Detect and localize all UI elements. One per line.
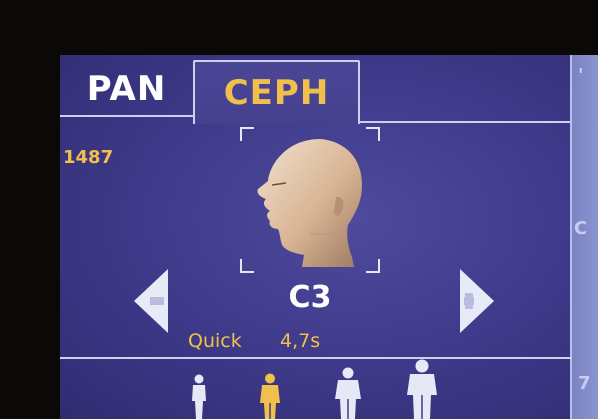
previous-program-button[interactable] bbox=[130, 265, 170, 337]
side-panel-glyph: ' bbox=[578, 65, 584, 86]
tab-underline bbox=[356, 121, 572, 123]
exposure-counter: 1487 bbox=[63, 147, 114, 168]
child-small-icon bbox=[192, 374, 206, 419]
tab-pan[interactable]: PAN bbox=[60, 63, 193, 115]
adult-large-icon bbox=[407, 359, 437, 419]
tab-underline bbox=[60, 115, 193, 117]
tab-ceph[interactable]: CEPH bbox=[193, 60, 360, 124]
side-panel-glyph: C bbox=[574, 218, 588, 239]
separator-line bbox=[60, 357, 572, 359]
patient-head-preview bbox=[240, 127, 380, 273]
scan-mode-label: Quick bbox=[188, 330, 242, 352]
patient-size-adult-medium[interactable] bbox=[334, 367, 362, 419]
program-code: C3 bbox=[288, 280, 332, 315]
side-panel: ' C 7 bbox=[570, 55, 598, 419]
adult-medium-icon bbox=[335, 367, 361, 419]
next-program-button[interactable] bbox=[458, 265, 498, 337]
patient-size-child[interactable] bbox=[258, 373, 282, 419]
patient-size-child-small[interactable] bbox=[190, 373, 208, 419]
exposure-time-label: 4,7s bbox=[280, 330, 321, 352]
device-screen: PAN CEPH ' C 7 1487 C3 Quick 4,7s bbox=[60, 55, 598, 419]
child-icon bbox=[260, 373, 280, 419]
side-panel-glyph: 7 bbox=[578, 373, 591, 394]
patient-size-adult-large[interactable] bbox=[406, 359, 438, 419]
head-profile-icon bbox=[257, 139, 362, 267]
